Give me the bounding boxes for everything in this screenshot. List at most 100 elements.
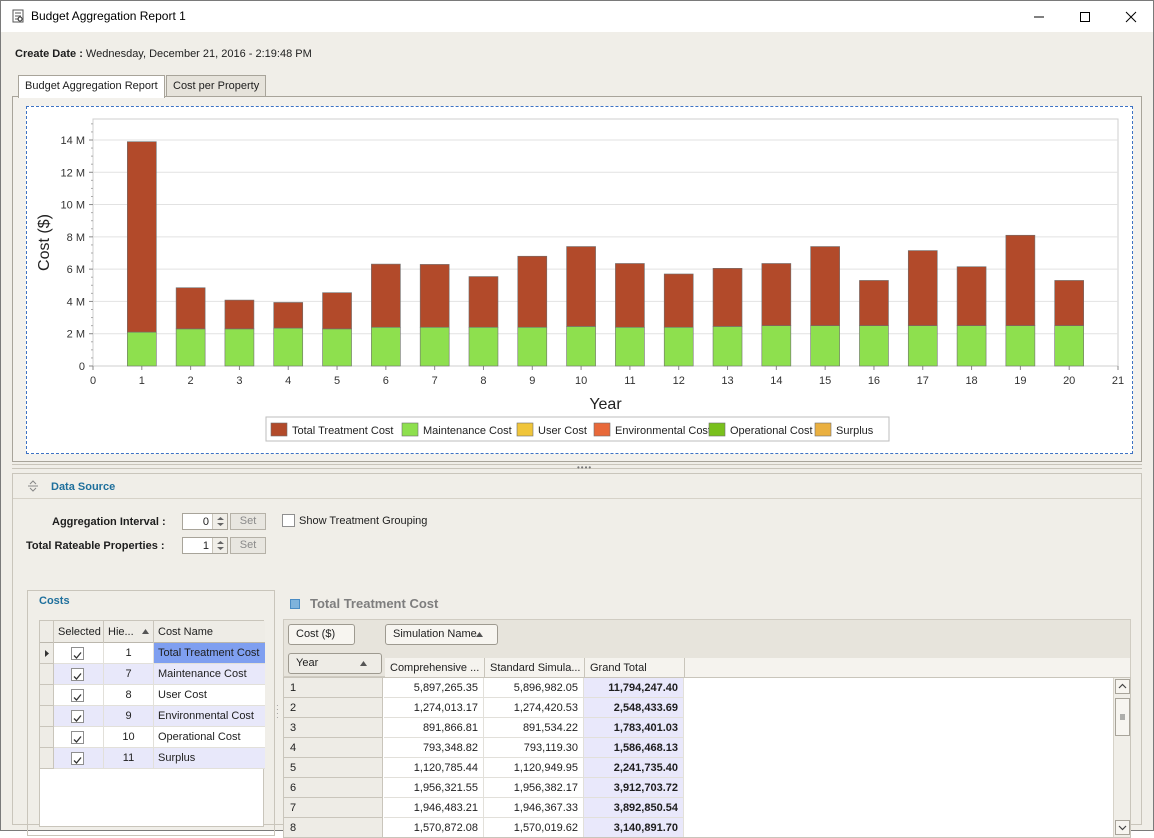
hierarchy-cell[interactable]: 7	[104, 664, 154, 685]
pivot-row[interactable]: 8 1,570,872.08 1,570,019.62 3,140,891.70	[284, 818, 684, 837]
selected-cell[interactable]	[54, 664, 104, 685]
aggregation-interval-spinner[interactable]: 0	[182, 513, 228, 530]
pivot-cell-comprehensive[interactable]: 5,897,265.35	[384, 678, 484, 698]
selected-checkbox[interactable]	[71, 752, 84, 765]
pivot-data-field-cost[interactable]: Cost ($)	[288, 624, 355, 645]
close-button[interactable]	[1108, 1, 1154, 32]
cost-name-cell[interactable]: Surplus	[154, 748, 265, 769]
aggregation-set-button[interactable]: Set	[230, 513, 266, 530]
row-indicator[interactable]	[40, 664, 54, 685]
cost-name-cell[interactable]: Environmental Cost	[154, 706, 265, 727]
pivot-row[interactable]: 6 1,956,321.55 1,956,382.17 3,912,703.72	[284, 778, 684, 798]
selected-cell[interactable]	[54, 727, 104, 748]
pivot-row-header[interactable]: 7	[284, 798, 383, 818]
pivot-cell-grand-total[interactable]: 2,241,735.40	[584, 758, 684, 778]
hierarchy-cell[interactable]: 10	[104, 727, 154, 748]
pivot-cell-comprehensive[interactable]: 1,120,785.44	[384, 758, 484, 778]
hierarchy-cell[interactable]: 1	[104, 643, 154, 664]
pivot-row-header[interactable]: 4	[284, 738, 383, 758]
column-header-hierarchy[interactable]: Hie...	[104, 621, 154, 643]
cost-row[interactable]: 7 Maintenance Cost	[40, 664, 265, 685]
total-rateable-spinner[interactable]: 1	[182, 537, 228, 554]
cost-name-cell[interactable]: Total Treatment Cost	[154, 643, 265, 664]
selected-checkbox[interactable]	[71, 647, 84, 660]
pivot-cell-comprehensive[interactable]: 1,956,321.55	[384, 778, 484, 798]
hierarchy-cell[interactable]: 8	[104, 685, 154, 706]
total-rateable-set-button[interactable]: Set	[230, 537, 266, 554]
tab-budget-aggregation-report[interactable]: Budget Aggregation Report	[18, 75, 165, 98]
pivot-cell-grand-total[interactable]: 1,783,401.03	[584, 718, 684, 738]
pivot-row-header[interactable]: 1	[284, 678, 383, 698]
cost-name-cell[interactable]: User Cost	[154, 685, 265, 706]
spinner-arrows-icon[interactable]	[212, 514, 227, 529]
row-indicator[interactable]	[40, 748, 54, 769]
pivot-row-header[interactable]: 2	[284, 698, 383, 718]
selected-checkbox[interactable]	[71, 668, 84, 681]
scroll-thumb[interactable]	[1115, 698, 1130, 736]
spinner-arrows-icon[interactable]	[212, 538, 227, 553]
vertical-scrollbar[interactable]	[1113, 678, 1130, 837]
cost-name-cell[interactable]: Operational Cost	[154, 727, 265, 748]
cost-name-cell[interactable]: Maintenance Cost	[154, 664, 265, 685]
pivot-cell-comprehensive[interactable]: 1,946,483.21	[384, 798, 484, 818]
pivot-cell-standard[interactable]: 1,956,382.17	[484, 778, 584, 798]
pivot-column-header-comprehensive[interactable]: Comprehensive ...	[385, 658, 485, 678]
selected-cell[interactable]	[54, 706, 104, 727]
cost-row[interactable]: 11 Surplus	[40, 748, 265, 769]
selected-cell[interactable]	[54, 643, 104, 664]
pivot-cell-standard[interactable]: 793,119.30	[484, 738, 584, 758]
pivot-cell-comprehensive[interactable]: 1,274,013.17	[384, 698, 484, 718]
column-header-cost-name[interactable]: Cost Name	[154, 621, 265, 643]
show-treatment-grouping-checkbox[interactable]	[282, 514, 295, 527]
pivot-row-field-year[interactable]: Year	[288, 653, 382, 674]
maximize-button[interactable]	[1062, 1, 1108, 32]
selected-checkbox[interactable]	[71, 731, 84, 744]
pivot-column-header-standard[interactable]: Standard Simula...	[485, 658, 585, 678]
pivot-cell-standard[interactable]: 5,896,982.05	[484, 678, 584, 698]
pivot-cell-grand-total[interactable]: 11,794,247.40	[584, 678, 684, 698]
pivot-cell-standard[interactable]: 1,120,949.95	[484, 758, 584, 778]
pivot-row[interactable]: 7 1,946,483.21 1,946,367.33 3,892,850.54	[284, 798, 684, 818]
cost-row[interactable]: 9 Environmental Cost	[40, 706, 265, 727]
row-indicator[interactable]	[40, 685, 54, 706]
vertical-splitter-grip-icon[interactable]: · · · ·	[276, 702, 279, 722]
pivot-cell-grand-total[interactable]: 1,586,468.13	[584, 738, 684, 758]
cost-row[interactable]: 1 Total Treatment Cost	[40, 643, 265, 664]
horizontal-splitter[interactable]: ••••	[12, 463, 1142, 472]
pivot-cell-standard[interactable]: 1,946,367.33	[484, 798, 584, 818]
cost-row[interactable]: 10 Operational Cost	[40, 727, 265, 748]
pivot-column-field-simulation[interactable]: Simulation Name	[385, 624, 498, 645]
row-indicator[interactable]	[40, 706, 54, 727]
hierarchy-cell[interactable]: 11	[104, 748, 154, 769]
pivot-row[interactable]: 4 793,348.82 793,119.30 1,586,468.13	[284, 738, 684, 758]
pivot-row-header[interactable]: 6	[284, 778, 383, 798]
scroll-down-button[interactable]	[1115, 820, 1130, 835]
minimize-button[interactable]	[1016, 1, 1062, 32]
selected-cell[interactable]	[54, 748, 104, 769]
pivot-cell-standard[interactable]: 1,274,420.53	[484, 698, 584, 718]
hierarchy-cell[interactable]: 9	[104, 706, 154, 727]
pivot-cell-standard[interactable]: 891,534.22	[484, 718, 584, 738]
selected-checkbox[interactable]	[71, 710, 84, 723]
pivot-cell-grand-total[interactable]: 3,892,850.54	[584, 798, 684, 818]
data-source-header[interactable]: Data Source	[13, 474, 1141, 499]
row-indicator[interactable]	[40, 727, 54, 748]
selected-cell[interactable]	[54, 685, 104, 706]
tab-cost-per-property[interactable]: Cost per Property	[166, 75, 267, 97]
pivot-row-header[interactable]: 8	[284, 818, 383, 837]
column-header-selected[interactable]: Selected	[54, 621, 104, 643]
pivot-row[interactable]: 2 1,274,013.17 1,274,420.53 2,548,433.69	[284, 698, 684, 718]
pivot-cell-comprehensive[interactable]: 1,570,872.08	[384, 818, 484, 837]
pivot-row[interactable]: 5 1,120,785.44 1,120,949.95 2,241,735.40	[284, 758, 684, 778]
scroll-up-button[interactable]	[1115, 679, 1130, 694]
pivot-cell-comprehensive[interactable]: 891,866.81	[384, 718, 484, 738]
cost-row[interactable]: 8 User Cost	[40, 685, 265, 706]
pivot-row[interactable]: 3 891,866.81 891,534.22 1,783,401.03	[284, 718, 684, 738]
pivot-cell-grand-total[interactable]: 3,912,703.72	[584, 778, 684, 798]
selected-checkbox[interactable]	[71, 689, 84, 702]
pivot-cell-comprehensive[interactable]: 793,348.82	[384, 738, 484, 758]
pivot-row[interactable]: 1 5,897,265.35 5,896,982.05 11,794,247.40	[284, 678, 684, 698]
pivot-cell-grand-total[interactable]: 2,548,433.69	[584, 698, 684, 718]
pivot-cell-grand-total[interactable]: 3,140,891.70	[584, 818, 684, 837]
pivot-row-header[interactable]: 3	[284, 718, 383, 738]
